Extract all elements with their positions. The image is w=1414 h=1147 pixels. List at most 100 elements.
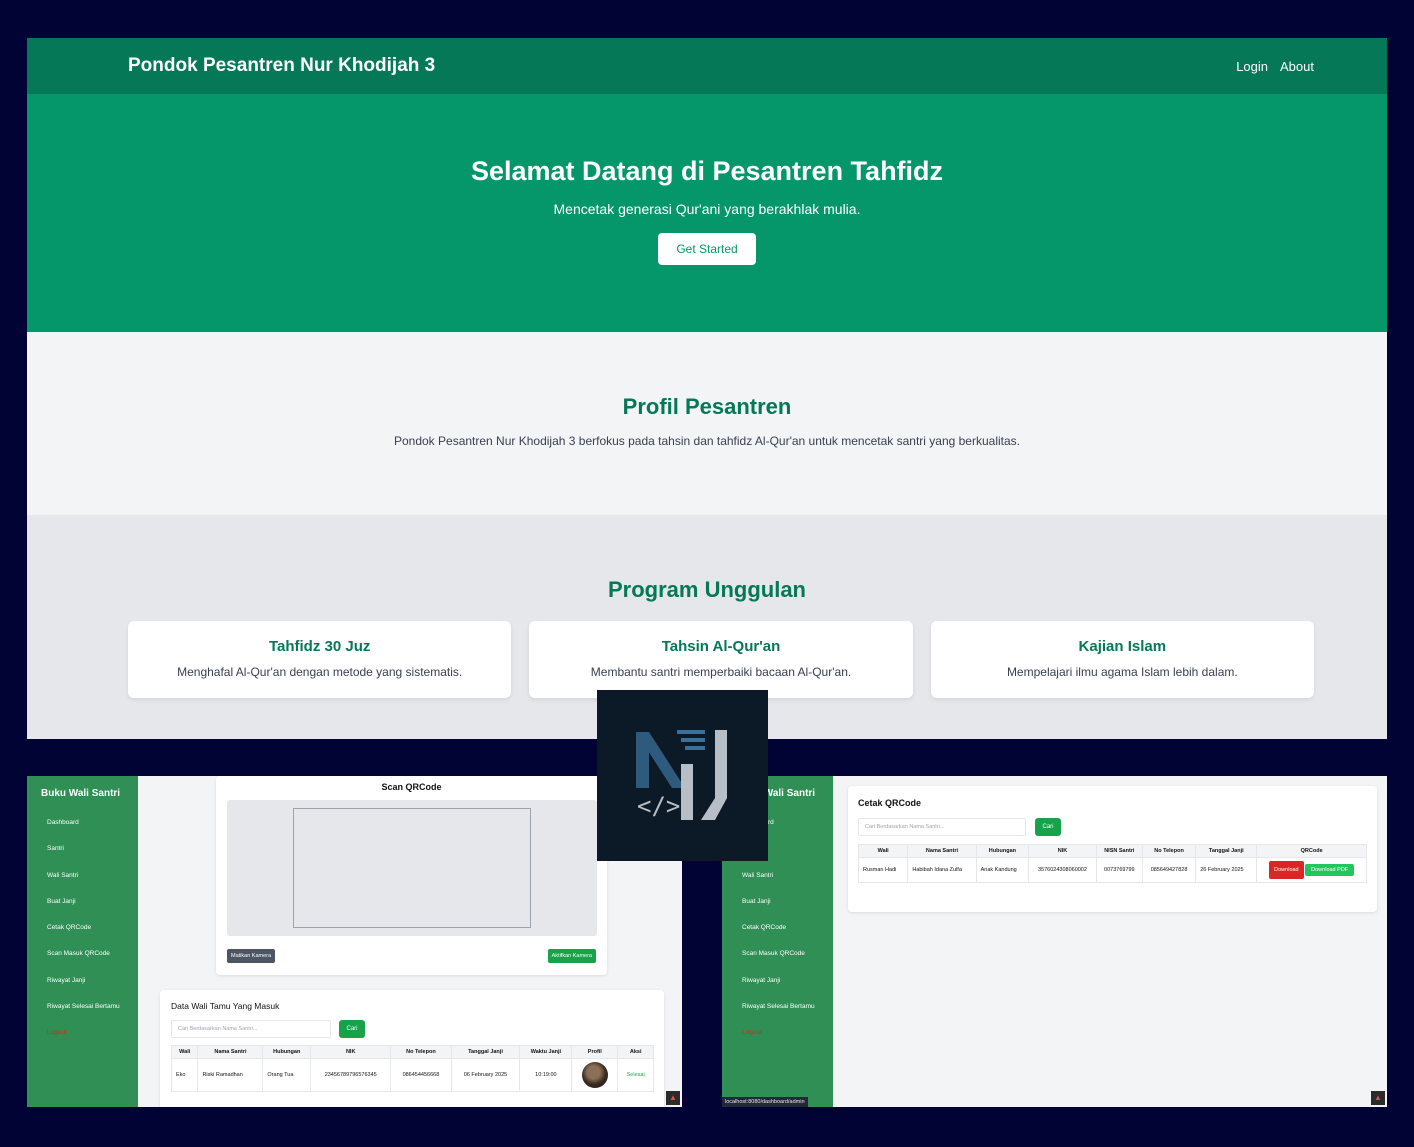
cell-aksi: Selesai bbox=[617, 1058, 654, 1092]
get-started-button[interactable]: Get Started bbox=[658, 233, 756, 265]
sidebar-item-scan-masuk[interactable]: Scan Masuk QRCode bbox=[27, 945, 138, 971]
sidebar-item-riwayat-selesai[interactable]: Riwayat Selesai Bertamu bbox=[722, 998, 833, 1024]
scan-title: Scan QRCode bbox=[381, 782, 442, 792]
program-card-title: Kajian Islam bbox=[1078, 638, 1167, 655]
wali-table: Wali Nama Santri Hubungan NIK No Telepon… bbox=[170, 1045, 654, 1092]
sidebar-item-logout[interactable]: Logout bbox=[27, 1024, 138, 1050]
program-card: Tahfidz 30 Juz Menghafal Al-Qur'an denga… bbox=[128, 621, 512, 698]
hero-section: Selamat Datang di Pesantren Tahfidz Menc… bbox=[27, 94, 1387, 332]
cell-santri: Habibah Idana Zulfa bbox=[907, 857, 977, 883]
sidebar-item-riwayat-janji[interactable]: Riwayat Janji bbox=[722, 972, 833, 998]
selesai-link[interactable]: Selesai bbox=[627, 1072, 645, 1078]
sidebar-item-wali-santri[interactable]: Wali Santri bbox=[27, 867, 138, 893]
col-header: Aksi bbox=[617, 1045, 654, 1059]
cetak-title: Cetak QRCode bbox=[858, 798, 922, 808]
wali-data-panel: Data Wali Tamu Yang Masuk Cari Berdasark… bbox=[160, 990, 664, 1107]
program-card: Tahsin Al-Qur'an Membantu santri memperb… bbox=[529, 621, 913, 698]
col-header: Hubungan bbox=[975, 844, 1030, 858]
avatar[interactable] bbox=[581, 1062, 608, 1088]
col-header: Waktu Janji bbox=[519, 1045, 573, 1059]
cetak-table: Wali Nama Santri Hubungan NIK NISN Santr… bbox=[857, 844, 1367, 883]
program-card-text: Membantu santri memperbaiki bacaan Al-Qu… bbox=[590, 665, 852, 679]
col-header: No Telepon bbox=[390, 1045, 452, 1059]
matikan-kamera-button[interactable]: Matikan Kamera bbox=[227, 949, 276, 963]
program-card-title: Tahfidz 30 Juz bbox=[268, 638, 371, 655]
wali-data-title: Data Wali Tamu Yang Masuk bbox=[171, 1001, 280, 1011]
sidebar-item-riwayat-janji[interactable]: Riwayat Janji bbox=[27, 972, 138, 998]
cell-waktu: 10:19:00 bbox=[519, 1058, 573, 1092]
search-input[interactable]: Cari Berdasarkan Nama Santri... bbox=[858, 818, 1026, 836]
logo-mark-icon: </> bbox=[636, 730, 727, 820]
sidebar-item-riwayat-selesai[interactable]: Riwayat Selesai Bertamu bbox=[27, 998, 138, 1024]
nav-login-link[interactable]: Login bbox=[1236, 59, 1268, 74]
cell-tanggal: 06 February 2025 bbox=[450, 1058, 521, 1092]
col-header: No Telepon bbox=[1141, 844, 1197, 858]
landing-page: Pondok Pesantren Nur Khodijah 3 Login Ab… bbox=[27, 38, 1387, 739]
col-header: Tanggal Janji bbox=[1195, 844, 1258, 858]
cell-nik: 3576024308060002 bbox=[1028, 857, 1097, 883]
camera-viewport bbox=[293, 808, 531, 928]
fire-icon: ▲ bbox=[1371, 1091, 1385, 1105]
download-button[interactable]: Download bbox=[1269, 861, 1304, 879]
cell-wali: Rusman Hadi bbox=[857, 857, 909, 883]
nav-links: Login About bbox=[1236, 59, 1314, 74]
col-header: Wali bbox=[857, 844, 909, 858]
profil-section: Profil Pesantren Pondok Pesantren Nur Kh… bbox=[27, 332, 1387, 515]
status-bar-url: localhost:8080/dashboard/admin bbox=[722, 1097, 808, 1107]
cell-santri: Riski Ramadhan bbox=[197, 1058, 264, 1092]
brand-title[interactable]: Pondok Pesantren Nur Khodijah 3 bbox=[128, 55, 435, 77]
hero-subtitle: Mencetak generasi Qur'ani yang berakhlak… bbox=[553, 201, 861, 217]
cell-hubungan: Anak Kandung bbox=[975, 857, 1030, 883]
aktifkan-kamera-button[interactable]: Aktifkan Kamera bbox=[547, 949, 596, 963]
cell-wali: Eko bbox=[170, 1058, 199, 1092]
cell-tanggal: 26 February 2025 bbox=[1195, 857, 1258, 883]
table-header-row: Wali Nama Santri Hubungan NIK NISN Santr… bbox=[857, 844, 1367, 858]
cell-telepon: 085649427828 bbox=[1141, 857, 1197, 883]
download-pdf-button[interactable]: Download PDF bbox=[1305, 864, 1355, 876]
cari-button[interactable]: Cari bbox=[339, 1020, 365, 1038]
cetak-panel: Cetak QRCode Cari Berdasarkan Nama Santr… bbox=[848, 786, 1377, 912]
svg-text:</>: </> bbox=[637, 792, 680, 820]
sidebar-item-wali-santri[interactable]: Wali Santri bbox=[722, 867, 833, 893]
col-header: Profil bbox=[571, 1045, 619, 1059]
program-card: Kajian Islam Mempelajari ilmu agama Isla… bbox=[930, 621, 1314, 698]
col-header: QRCode bbox=[1256, 844, 1367, 858]
search-input[interactable]: Cari Berdasarkan Nama Santri... bbox=[171, 1020, 331, 1038]
table-row: Rusman Hadi Habibah Idana Zulfa Anak Kan… bbox=[857, 857, 1367, 883]
sidebar-item-logout[interactable]: Logout bbox=[722, 1024, 833, 1050]
program-cards: Tahfidz 30 Juz Menghafal Al-Qur'an denga… bbox=[27, 621, 1387, 698]
hero-title: Selamat Datang di Pesantren Tahfidz bbox=[470, 156, 944, 186]
sidebar-item-dashboard[interactable]: Dashboard bbox=[27, 814, 138, 840]
profil-title: Profil Pesantren bbox=[622, 394, 792, 419]
navbar: Pondok Pesantren Nur Khodijah 3 Login Ab… bbox=[27, 38, 1387, 94]
table-row: Eko Riski Ramadhan Orang Tua 23456789796… bbox=[170, 1058, 654, 1092]
col-header: NIK bbox=[310, 1045, 392, 1059]
sidebar-item-scan-masuk[interactable]: Scan Masuk QRCode bbox=[722, 945, 833, 971]
col-header: Hubungan bbox=[262, 1045, 312, 1059]
profil-text: Pondok Pesantren Nur Khodijah 3 berfokus… bbox=[393, 434, 1020, 448]
logo: </> bbox=[597, 690, 768, 861]
col-header: NISN Santri bbox=[1095, 844, 1143, 858]
sidebar-item-santri[interactable]: Santri bbox=[27, 840, 138, 866]
cari-button[interactable]: Cari bbox=[1035, 818, 1061, 836]
cell-telepon: 086454456668 bbox=[390, 1058, 452, 1092]
sidebar-item-buat-janji[interactable]: Buat Janji bbox=[27, 893, 138, 919]
camera-area bbox=[227, 800, 597, 936]
cell-qrcode: Download Download PDF bbox=[1256, 857, 1367, 883]
sidebar-item-cetak-qrcode[interactable]: Cetak QRCode bbox=[722, 919, 833, 945]
cell-profil bbox=[571, 1058, 619, 1092]
col-header: Wali bbox=[170, 1045, 199, 1059]
sidebar-item-cetak-qrcode[interactable]: Cetak QRCode bbox=[27, 919, 138, 945]
nav-about-link[interactable]: About bbox=[1280, 59, 1314, 74]
col-header: Tanggal Janji bbox=[450, 1045, 521, 1059]
cell-nik: 23456789796576345 bbox=[310, 1058, 392, 1092]
sidebar-item-buat-janji[interactable]: Buat Janji bbox=[722, 893, 833, 919]
sidebar-title: Buku Wali Santri bbox=[41, 788, 121, 799]
program-card-text: Mempelajari ilmu agama Islam lebih dalam… bbox=[1006, 665, 1238, 679]
col-header: Nama Santri bbox=[907, 844, 977, 858]
scan-panel: Scan QRCode Matikan Kamera Aktifkan Kame… bbox=[216, 776, 607, 975]
cetak-qrcode-screenshot: Buku Wali Santri Dashboard Santri Wali S… bbox=[722, 776, 1387, 1107]
program-card-text: Menghafal Al-Qur'an dengan metode yang s… bbox=[177, 665, 463, 679]
col-header: NIK bbox=[1028, 844, 1097, 858]
scan-qrcode-screenshot: Buku Wali Santri Dashboard Santri Wali S… bbox=[27, 776, 682, 1107]
